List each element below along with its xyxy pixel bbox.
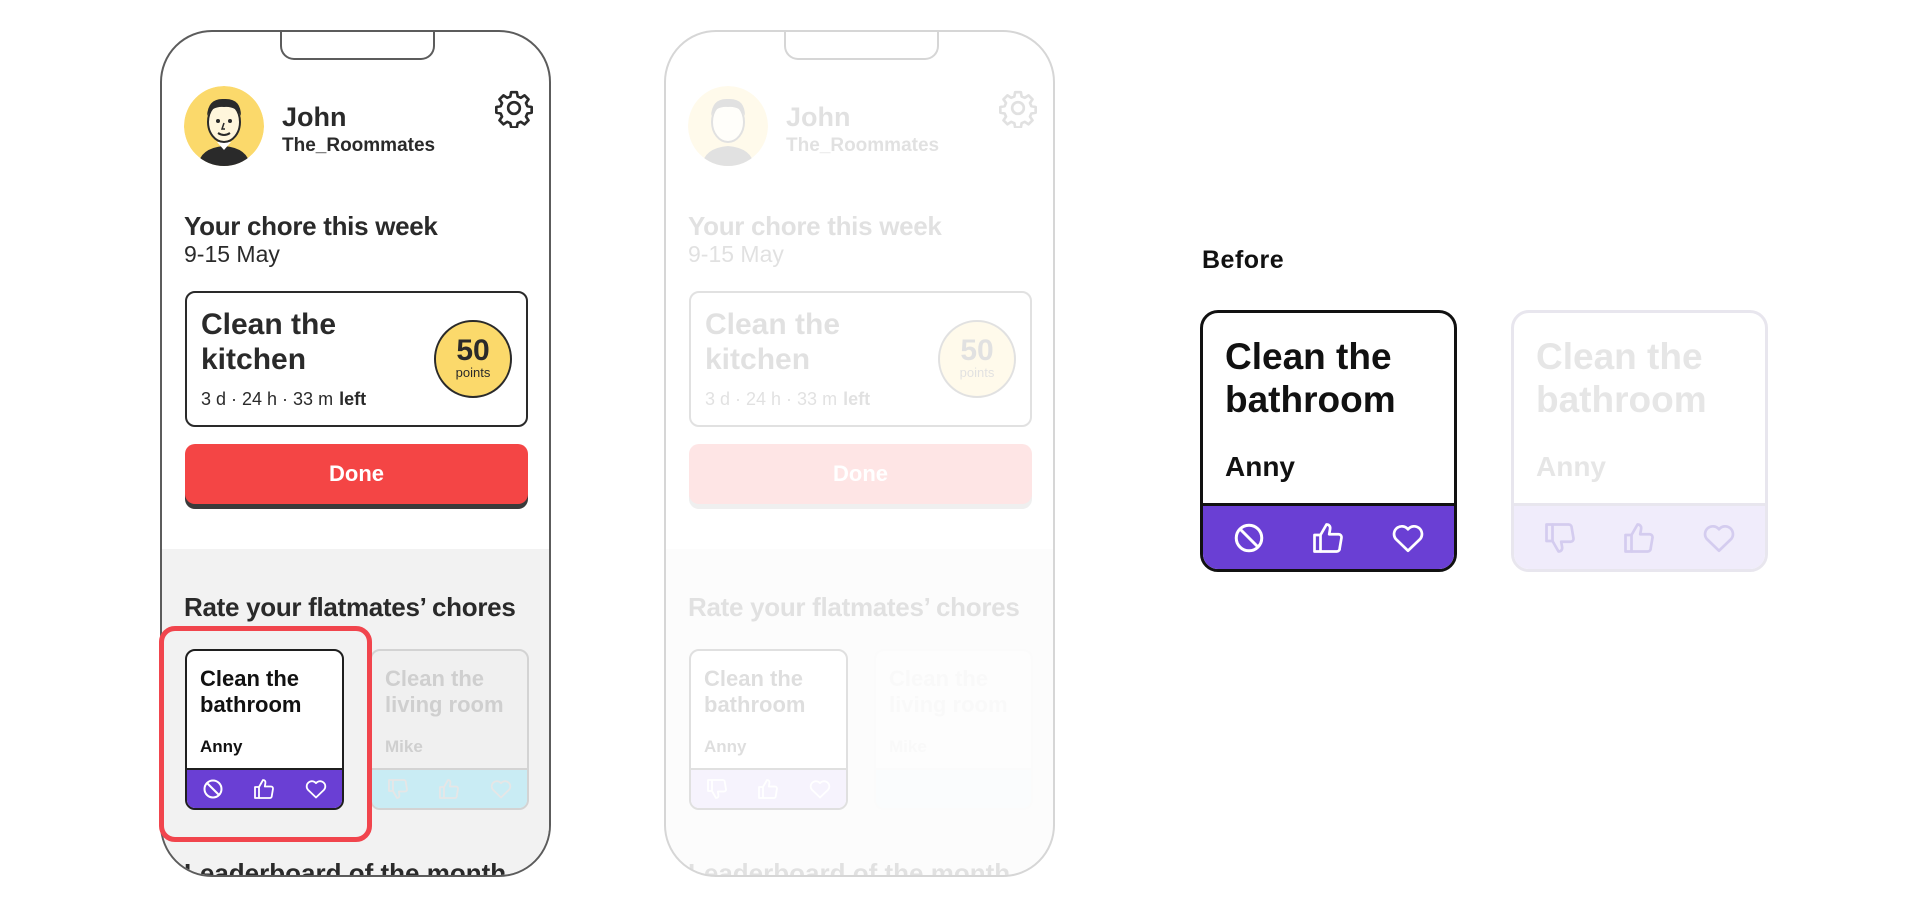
chore-section-title: Your chore this week bbox=[184, 211, 438, 241]
heart-icon bbox=[808, 777, 832, 801]
chore-section-title: Your chore this week bbox=[688, 211, 942, 241]
before-chore-assignee: Anny bbox=[1536, 451, 1606, 482]
rating-actions bbox=[372, 768, 527, 808]
chore-title: Clean the kitchen bbox=[201, 308, 337, 376]
points-label: points bbox=[959, 365, 995, 380]
leaderboard-title: Leaderboard of the month bbox=[184, 858, 507, 877]
before-chore-card[interactable]: Clean the bathroom Anny bbox=[1200, 310, 1457, 572]
flatmate-chore-title: Clean the bathroom bbox=[704, 666, 806, 717]
highlight-outline bbox=[159, 626, 372, 842]
points-value: 50 bbox=[960, 334, 994, 367]
phone-notch bbox=[784, 32, 939, 60]
thumbs-down-icon[interactable] bbox=[386, 777, 410, 801]
thumbs-up-icon[interactable] bbox=[437, 777, 461, 801]
group-name: The_Roommates bbox=[282, 135, 436, 156]
chore-title: Clean the kitchen bbox=[705, 308, 841, 376]
points-badge: 50 points bbox=[938, 320, 1016, 398]
gear-icon bbox=[998, 88, 1038, 129]
time-left-suffix: left bbox=[843, 389, 871, 409]
phone-notch bbox=[280, 32, 435, 60]
time-left: 3 d · 24 h · 33 m left bbox=[201, 389, 366, 410]
thumbs-down-icon bbox=[1542, 520, 1578, 556]
heart-icon bbox=[1701, 520, 1737, 556]
thumbs-up-icon bbox=[1621, 520, 1657, 556]
before-label: Before bbox=[1202, 246, 1285, 274]
rating-actions bbox=[691, 768, 846, 808]
thumbs-down-icon bbox=[705, 777, 729, 801]
rate-section-title: Rate your flatmates’ chores bbox=[688, 592, 1020, 622]
time-left: 3 d · 24 h · 33 m left bbox=[705, 389, 870, 410]
heart-icon[interactable] bbox=[1390, 520, 1426, 556]
avatar[interactable] bbox=[184, 86, 264, 166]
phone-screen-faded: John The_Roommates Your chore this week … bbox=[664, 30, 1055, 877]
before-rating-actions bbox=[1203, 503, 1454, 569]
week-range: 9-15 May bbox=[688, 241, 784, 267]
gear-icon[interactable] bbox=[494, 88, 534, 129]
before-rating-actions bbox=[1514, 503, 1765, 569]
rating-actions bbox=[876, 768, 1031, 808]
leaderboard-title: Leaderboard of the month bbox=[688, 858, 1011, 877]
flatmate-chore-card[interactable]: Clean the living room Mike bbox=[370, 649, 529, 810]
done-button: Done bbox=[689, 444, 1032, 504]
flatmate-chore-title: Clean the living room bbox=[889, 666, 1008, 717]
before-chore-title: Clean the bathroom bbox=[1225, 336, 1396, 420]
rate-section-title: Rate your flatmates’ chores bbox=[184, 592, 516, 622]
flatmate-name: Mike bbox=[889, 737, 927, 756]
points-badge: 50 points bbox=[434, 320, 512, 398]
user-name: John bbox=[786, 102, 851, 132]
my-chore-card: Clean the kitchen 3 d · 24 h · 33 m left … bbox=[689, 291, 1032, 427]
flatmate-chore-title: Clean the living room bbox=[385, 666, 504, 717]
flatmate-name: Anny bbox=[704, 737, 747, 756]
before-chore-assignee: Anny bbox=[1225, 451, 1295, 482]
before-chore-title: Clean the bathroom bbox=[1536, 336, 1707, 420]
points-value: 50 bbox=[456, 334, 490, 367]
group-name: The_Roommates bbox=[786, 135, 940, 156]
heart-icon[interactable] bbox=[489, 777, 513, 801]
block-icon[interactable] bbox=[1231, 520, 1267, 556]
time-left-value: 3 d · 24 h · 33 m bbox=[201, 389, 334, 409]
done-button[interactable]: Done bbox=[185, 444, 528, 504]
time-left-suffix: left bbox=[339, 389, 367, 409]
user-name: John bbox=[282, 102, 347, 132]
points-label: points bbox=[455, 365, 491, 380]
flatmate-chore-card: Clean the living room Mike bbox=[874, 649, 1033, 810]
time-left-value: 3 d · 24 h · 33 m bbox=[705, 389, 838, 409]
week-range: 9-15 May bbox=[184, 241, 280, 267]
flatmate-name: Mike bbox=[385, 737, 423, 756]
thumbs-up-icon bbox=[756, 777, 780, 801]
flatmate-chore-card: Clean the bathroom Anny bbox=[689, 649, 848, 810]
avatar bbox=[688, 86, 768, 166]
before-chore-card-faded: Clean the bathroom Anny bbox=[1511, 310, 1768, 572]
thumbs-up-icon[interactable] bbox=[1310, 520, 1346, 556]
my-chore-card[interactable]: Clean the kitchen 3 d · 24 h · 33 m left … bbox=[185, 291, 528, 427]
